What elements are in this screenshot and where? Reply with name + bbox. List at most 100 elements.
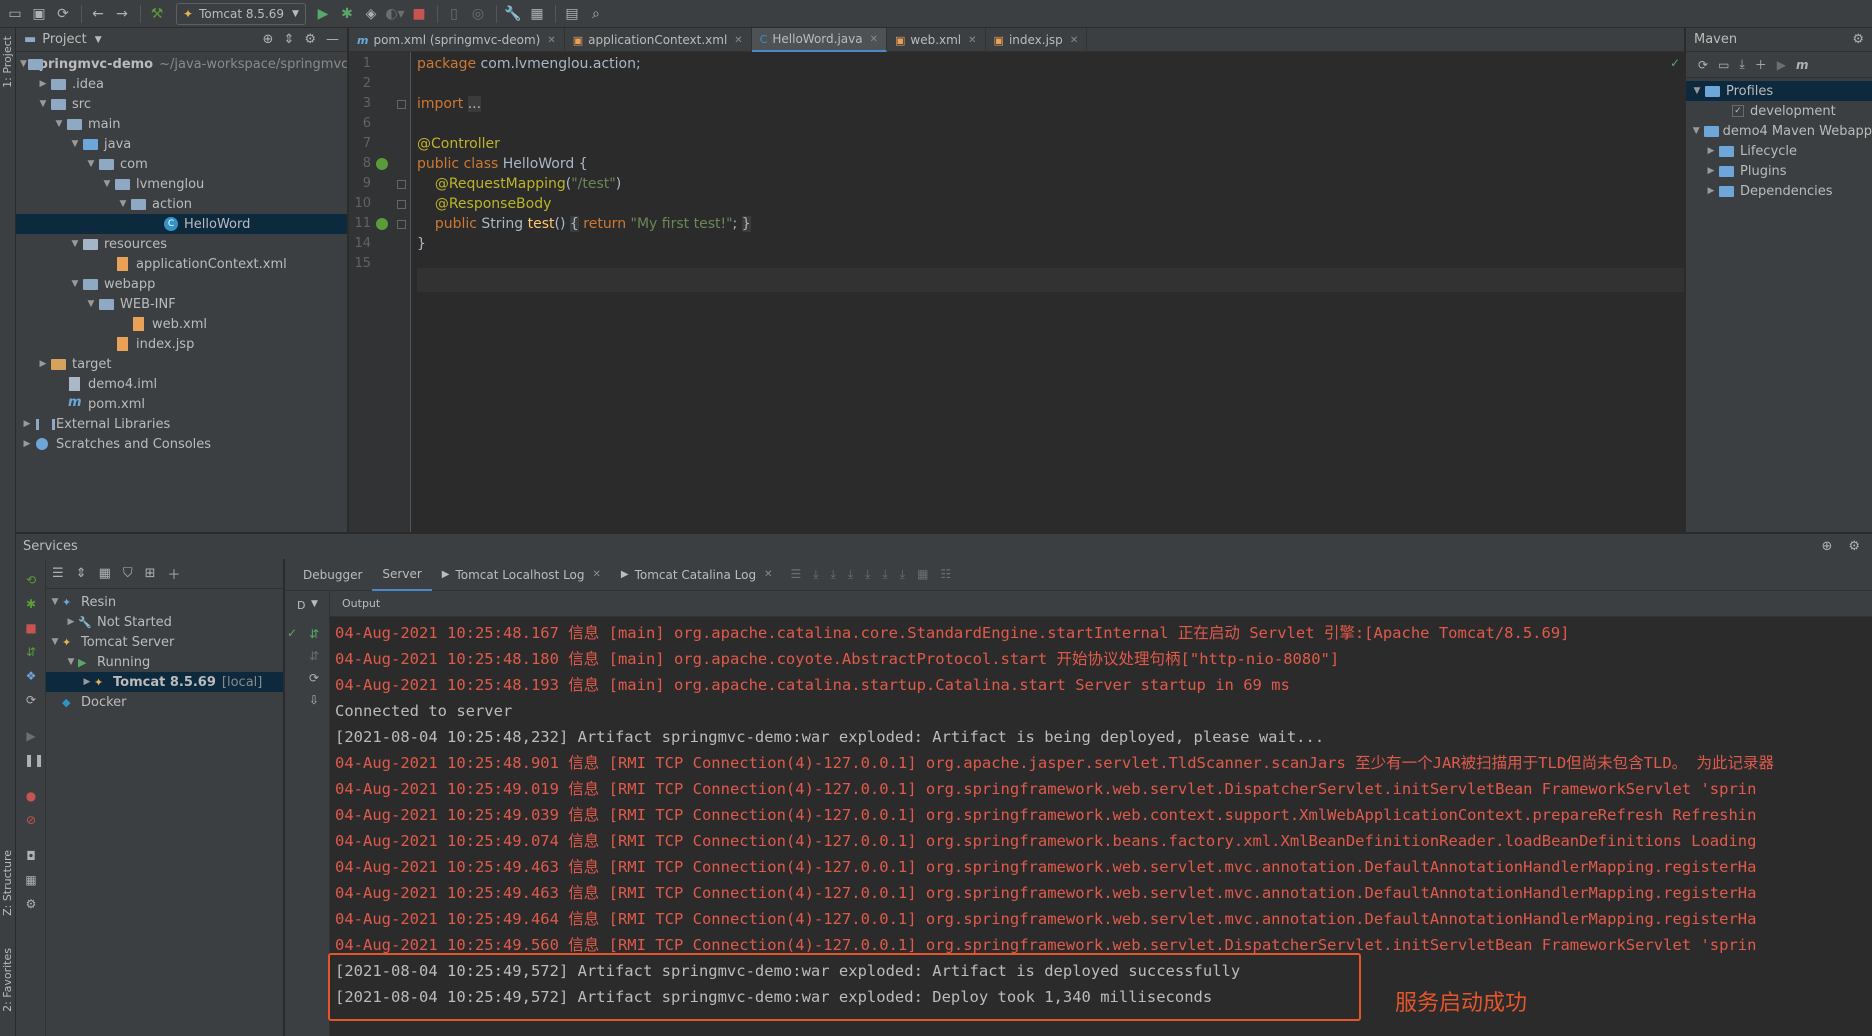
search-icon[interactable]: ⌕ — [585, 3, 607, 25]
jump-icon[interactable]: ⤓ — [900, 567, 905, 582]
chevron-down-icon[interactable]: ▼ — [64, 657, 78, 667]
project-tree-item[interactable]: ▼ springmvc-demo ~/java-workspace/springmv… — [16, 54, 347, 74]
project-tree-item[interactable]: ▼ com — [16, 154, 347, 174]
new-tab-icon[interactable]: ⊞ — [145, 566, 156, 581]
spring-bean-icon[interactable] — [376, 158, 388, 170]
debug-icon[interactable]: ✱ — [24, 597, 38, 611]
profile-icon[interactable]: ◐▾ — [384, 3, 406, 25]
chevron-down-icon[interactable]: ▼ — [36, 99, 50, 109]
project-tree-item[interactable]: ▼ webapp — [16, 274, 347, 294]
scroll-up-icon[interactable]: ⤓ — [813, 567, 818, 582]
fold-marker-icon[interactable] — [397, 220, 406, 229]
chevron-down-icon[interactable]: ▼ — [68, 139, 82, 149]
fold-marker-icon[interactable] — [397, 200, 406, 209]
filter-icon[interactable]: ⛉ — [123, 566, 133, 581]
favorites-tool-tab[interactable]: 2: Favorites — [1, 948, 14, 1012]
run-maven-icon[interactable]: ▶ — [1777, 58, 1786, 72]
services-tab[interactable]: Debugger — [293, 559, 372, 591]
chevron-right-icon[interactable]: ▶ — [80, 677, 94, 687]
project-tree-item[interactable]: web.xml — [16, 314, 347, 334]
spring-bean-icon[interactable] — [376, 218, 388, 230]
deploy-icon[interactable]: ⇵ — [24, 645, 38, 659]
chevron-down-icon[interactable]: ▼ — [48, 637, 62, 647]
maven-tree-item[interactable]: ▼ Profiles — [1686, 81, 1872, 101]
redeploy-icon[interactable]: ⇵ — [309, 627, 319, 641]
settings-list-icon[interactable]: ☷ — [940, 567, 951, 582]
project-tree-item[interactable]: ▶ target — [16, 354, 347, 374]
run-icon[interactable]: ▶ — [312, 3, 334, 25]
restore-icon[interactable]: ⤓ — [882, 567, 887, 582]
rerun-icon[interactable]: ⟲ — [24, 573, 38, 587]
chevron-down-icon[interactable]: ▼ — [68, 279, 82, 289]
breakpoints-icon[interactable]: ● — [24, 789, 38, 803]
project-structure-icon[interactable]: ▦ — [526, 3, 548, 25]
collapse-all-icon[interactable]: ⇕ — [283, 32, 294, 47]
service-tree-item[interactable]: ▼ ✦ Resin — [46, 592, 283, 612]
close-icon[interactable]: ✕ — [1070, 35, 1078, 46]
project-tree-item[interactable]: ▼ resources — [16, 234, 347, 254]
wrench-icon[interactable]: 🔧 — [502, 3, 524, 25]
minimize-icon[interactable]: — — [326, 32, 339, 47]
terminal-window-icon[interactable]: ▤ — [561, 3, 583, 25]
chevron-right-icon[interactable]: ▶ — [1704, 186, 1718, 196]
back-icon[interactable]: ← — [87, 3, 109, 25]
project-tree-item[interactable]: ▼ src — [16, 94, 347, 114]
stop-icon[interactable]: ■ — [408, 3, 430, 25]
layout-icon[interactable]: ▦ — [24, 873, 38, 887]
device-icon[interactable]: ▯ — [443, 3, 465, 25]
project-tree-item[interactable]: applicationContext.xml — [16, 254, 347, 274]
chevron-down-icon[interactable]: ▼ — [1690, 126, 1703, 136]
chevron-right-icon[interactable]: ▶ — [64, 617, 78, 627]
fold-marker-icon[interactable] — [397, 100, 406, 109]
maven-tree-item[interactable]: ▶ Dependencies — [1686, 181, 1872, 201]
run-configuration-select[interactable]: ✦ Tomcat 8.5.69 ▼ — [176, 2, 306, 25]
project-tree-item[interactable]: ▼ action — [16, 194, 347, 214]
open-folder-icon[interactable]: ▭ — [4, 3, 26, 25]
chevron-right-icon[interactable]: ▶ — [1704, 166, 1718, 176]
project-tool-tab[interactable]: 1: Project — [1, 36, 14, 88]
maven-tree-item[interactable]: ▶ Plugins — [1686, 161, 1872, 181]
generate-sources-icon[interactable]: ▭ — [1718, 58, 1729, 72]
refresh-icon[interactable]: ⟳ — [309, 671, 319, 685]
chevron-down-icon[interactable]: ▼ — [1690, 86, 1704, 96]
close-icon[interactable]: ✕ — [968, 35, 976, 46]
checkbox-icon[interactable]: ✓ — [1732, 105, 1744, 117]
close-icon[interactable]: ✕ — [547, 35, 555, 46]
camera-icon[interactable]: ◘ — [24, 849, 38, 863]
close-icon[interactable]: ✕ — [734, 35, 742, 46]
service-tree-item[interactable]: ▼ ▶ Running — [46, 652, 283, 672]
gear-icon[interactable]: ⚙ — [1848, 539, 1860, 554]
download-icon[interactable]: ⤓ — [848, 567, 853, 582]
project-panel-title[interactable]: Project — [42, 32, 86, 47]
chevron-right-icon[interactable]: ▶ — [1704, 146, 1718, 156]
pause-icon[interactable]: ❚❚ — [24, 753, 44, 767]
add-icon[interactable]: ＋ — [1755, 56, 1767, 73]
editor-tab[interactable]: C HelloWord.java ✕ — [751, 28, 887, 52]
project-tree-item[interactable]: HelloWord — [16, 214, 347, 234]
structure-tool-tab[interactable]: Z: Structure — [1, 850, 14, 916]
chevron-down-icon[interactable]: ▼ — [84, 299, 98, 309]
chevron-right-icon[interactable]: ▶ — [20, 439, 34, 449]
chevron-down-icon[interactable]: ▼ — [20, 59, 27, 69]
project-tree-item[interactable]: ▼ lvmenglou — [16, 174, 347, 194]
close-icon[interactable]: ✕ — [593, 569, 601, 580]
project-tree-item[interactable]: ▶ Scratches and Consoles — [16, 434, 347, 454]
project-tree-item[interactable]: ▼ java — [16, 134, 347, 154]
services-tab[interactable]: Server — [372, 559, 432, 591]
settings-icon[interactable]: ⚙ — [24, 897, 38, 911]
project-tree-item[interactable]: ▶ External Libraries — [16, 414, 347, 434]
gear-icon[interactable]: ⚙ — [1852, 32, 1864, 47]
editor-tab[interactable]: m pom.xml (springmvc-deom) ✕ — [349, 28, 565, 52]
chevron-down-icon[interactable]: ▼ — [52, 119, 66, 129]
table-icon[interactable]: ▦ — [917, 567, 928, 582]
build-hammer-icon[interactable]: ⚒ — [146, 3, 168, 25]
attach-icon[interactable]: ◎ — [467, 3, 489, 25]
chevron-down-icon[interactable]: ▼ — [68, 239, 82, 249]
close-icon[interactable]: ✕ — [764, 569, 772, 580]
project-tree-item[interactable]: demo4.iml — [16, 374, 347, 394]
service-tree-item[interactable]: ▶ 🔧 Not Started — [46, 612, 283, 632]
maven-tree-item[interactable]: ▶ Lifecycle — [1686, 141, 1872, 161]
project-tree-item[interactable]: index.jsp — [16, 334, 347, 354]
chevron-down-icon[interactable]: ▼ — [84, 159, 98, 169]
fold-marker-icon[interactable] — [397, 180, 406, 189]
